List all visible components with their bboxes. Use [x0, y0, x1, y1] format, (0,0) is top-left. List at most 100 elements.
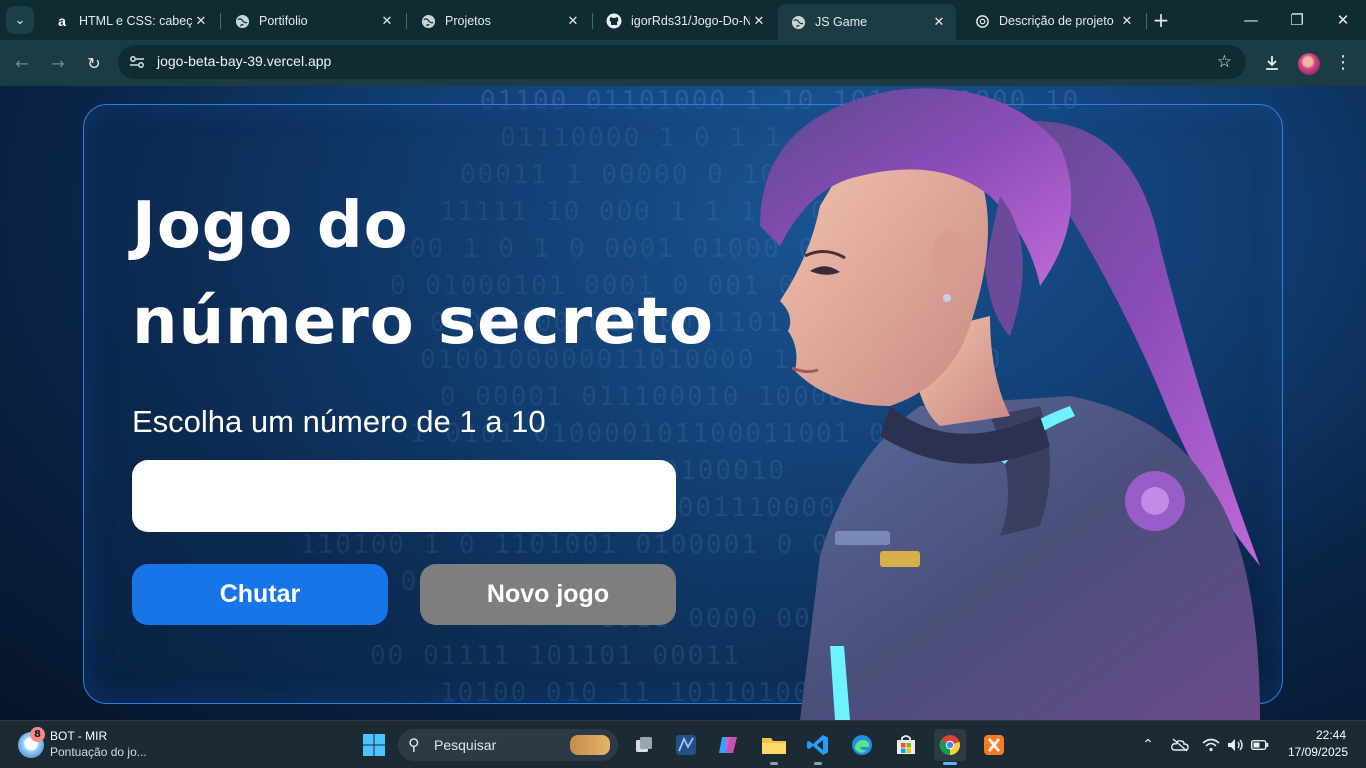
close-window-button[interactable]: ✕: [1328, 8, 1358, 32]
tab-title: JS Game: [815, 15, 868, 29]
tab-search-button[interactable]: ⌄: [6, 6, 34, 34]
close-icon[interactable]: ✕: [564, 12, 582, 30]
volume-icon[interactable]: [1226, 735, 1246, 755]
chrome-menu-button[interactable]: ⋮: [1331, 51, 1355, 75]
downloads-button[interactable]: [1260, 51, 1284, 75]
tab-html-css[interactable]: a HTML e CSS: cabeçalho ✕: [42, 6, 218, 36]
more-vert-icon: ⋮: [1334, 52, 1352, 73]
arrow-left-icon: ←: [15, 53, 29, 73]
taskbar-app-copilot[interactable]: [712, 729, 744, 761]
forward-button[interactable]: →: [45, 50, 71, 76]
arrow-right-icon: →: [51, 53, 65, 73]
restore-button[interactable]: ❐: [1282, 8, 1312, 32]
clock-date[interactable]: 17/09/2025: [1288, 745, 1348, 759]
close-icon[interactable]: ✕: [930, 13, 948, 31]
windows-logo-icon: [363, 734, 385, 756]
minimize-button[interactable]: —: [1236, 8, 1266, 32]
plus-icon: +: [1152, 8, 1170, 32]
tab-title: Projetos: [445, 14, 491, 28]
tab-separator: [1146, 13, 1147, 29]
chrome-icon: [939, 735, 960, 756]
taskbar-search[interactable]: ⚲ Pesquisar: [398, 729, 618, 761]
taskbar-app-file-explorer[interactable]: [758, 729, 790, 765]
show-hidden-icons-button[interactable]: ⌃: [1138, 735, 1158, 755]
running-indicator: [814, 762, 822, 765]
tab-title: Portifolio: [259, 14, 308, 28]
title-line-1: Jogo do: [132, 189, 409, 263]
widget-title: BOT - MIR: [50, 729, 108, 743]
search-placeholder: Pesquisar: [434, 737, 497, 753]
taskbar-app-chrome[interactable]: [934, 729, 966, 765]
close-icon[interactable]: ✕: [378, 12, 396, 30]
taskbar-app-vpn[interactable]: [670, 729, 702, 761]
close-icon[interactable]: ✕: [1118, 12, 1136, 30]
download-icon: [1266, 56, 1278, 70]
back-button[interactable]: ←: [9, 50, 35, 76]
close-icon[interactable]: ✕: [192, 12, 210, 30]
search-icon: ⚲: [408, 735, 420, 754]
guess-button[interactable]: Chutar: [132, 564, 388, 625]
search-highlight-icon: [570, 735, 610, 755]
profile-avatar[interactable]: [1298, 53, 1320, 75]
tab-descricao-projeto[interactable]: Descrição de projeto ✕: [962, 6, 1144, 36]
taskbar-app-xampp[interactable]: [978, 729, 1010, 761]
tab-github-repo[interactable]: igorRds31/Jogo-Do-N ✕: [594, 6, 776, 36]
tab-title: Descrição de projeto: [999, 14, 1114, 28]
network-map-icon: [676, 735, 696, 755]
tab-portifolio[interactable]: Portifolio ✕: [222, 6, 404, 36]
taskbar-app-vscode[interactable]: [802, 729, 834, 765]
new-game-button[interactable]: Novo jogo: [420, 564, 676, 625]
copilot-icon: [719, 737, 737, 753]
browser-toolbar: ← → ↻ jogo-beta-bay-39.vercel.app ☆ ⋮: [0, 40, 1366, 86]
clock-time[interactable]: 22:44: [1316, 728, 1346, 742]
tab-title: igorRds31/Jogo-Do-N: [631, 14, 750, 28]
wifi-icon[interactable]: [1201, 735, 1221, 755]
onedrive-icon[interactable]: [1170, 735, 1190, 755]
chevron-down-icon: ⌄: [14, 12, 26, 28]
battery-icon[interactable]: [1250, 735, 1270, 755]
title-line-2: número secreto: [132, 285, 714, 359]
alura-icon: a: [58, 13, 66, 29]
running-indicator: [770, 762, 778, 765]
game-instruction: Escolha um número de 1 a 10: [132, 404, 546, 439]
github-icon: [606, 13, 622, 29]
restore-icon: ❐: [1290, 11, 1304, 29]
widget-subtitle: Pontuação do jo...: [50, 745, 147, 759]
start-button[interactable]: [358, 729, 390, 761]
tab-projetos[interactable]: Projetos ✕: [408, 6, 590, 36]
store-icon: [897, 735, 915, 754]
globe-icon: [790, 14, 806, 30]
site-settings-icon[interactable]: [128, 53, 146, 71]
notification-badge: 8: [30, 727, 45, 742]
url-text: jogo-beta-bay-39.vercel.app: [157, 53, 332, 69]
reload-icon: ↻: [87, 53, 101, 73]
reload-button[interactable]: ↻: [81, 50, 107, 76]
close-icon[interactable]: ✕: [750, 12, 768, 30]
address-bar[interactable]: jogo-beta-bay-39.vercel.app ☆: [118, 45, 1246, 79]
game-title: Jogo do número secreto: [132, 178, 752, 370]
vscode-icon: [807, 735, 828, 755]
running-indicator: [943, 762, 957, 765]
game-page: 01100 01101000 1 10 10101000000 10011100…: [0, 86, 1366, 720]
close-icon: ✕: [1336, 11, 1350, 29]
chevron-up-icon: ⌃: [1142, 737, 1154, 753]
tab-separator: [406, 13, 407, 29]
screen: ⌄ a HTML e CSS: cabeçalho ✕ Portifolio ✕…: [0, 0, 1366, 768]
browser-tab-bar: ⌄ a HTML e CSS: cabeçalho ✕ Portifolio ✕…: [0, 0, 1366, 40]
task-view-icon: [636, 737, 652, 752]
tab-separator: [220, 13, 221, 29]
new-tab-button[interactable]: +: [1150, 9, 1172, 31]
tab-separator: [592, 13, 593, 29]
bookmark-star-icon[interactable]: ☆: [1217, 52, 1232, 72]
taskbar-app-store[interactable]: [890, 729, 922, 761]
globe-icon: [420, 13, 436, 29]
windows-taskbar: 8 BOT - MIR Pontuação do jo... ⚲ Pesquis…: [0, 720, 1366, 768]
tab-title: HTML e CSS: cabeçalho: [79, 14, 192, 28]
number-input[interactable]: [132, 460, 676, 532]
character-illustration: [760, 88, 1260, 720]
task-view-button[interactable]: [628, 729, 660, 761]
taskbar-app-edge[interactable]: [846, 729, 878, 761]
globe-icon: [234, 13, 250, 29]
folder-icon: [762, 738, 786, 754]
tab-js-game[interactable]: JS Game ✕: [778, 4, 956, 40]
